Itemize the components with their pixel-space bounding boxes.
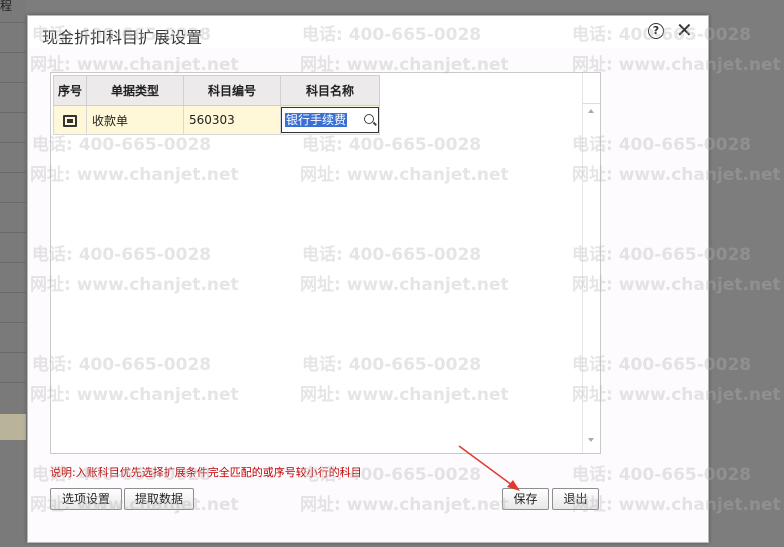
table-row[interactable]: 收款单 560303 银行手续费: [53, 105, 380, 135]
close-icon[interactable]: ✕: [676, 18, 693, 42]
scrollbar-header-cap: [583, 73, 600, 104]
background-header-glyph: 程: [0, 0, 13, 13]
account-name-input[interactable]: 银行手续费: [281, 107, 379, 133]
background-row-line: [0, 292, 26, 293]
save-button[interactable]: 保存: [502, 488, 549, 510]
background-row-line: [0, 112, 26, 113]
row-index-cell[interactable]: [53, 105, 87, 135]
account-code-cell[interactable]: 560303: [183, 105, 281, 135]
column-header-account-name: 科目名称: [280, 75, 380, 106]
background-selected-row: [0, 414, 26, 440]
scroll-down-icon[interactable]: [588, 438, 594, 442]
account-table: 序号 单据类型 科目编号 科目名称 收款单 560303 银行手续费: [53, 75, 380, 135]
note-text: 说明:入账科目优先选择扩展条件完全匹配的或序号较小行的科目: [50, 466, 362, 479]
column-header-index: 序号: [53, 75, 87, 106]
background-row-line: [0, 22, 26, 23]
exit-button[interactable]: 退出: [552, 488, 599, 510]
column-header-account-code: 科目编号: [183, 75, 281, 106]
background-row-line: [0, 202, 26, 203]
options-settings-button[interactable]: 选项设置: [50, 488, 122, 510]
background-overlay-right: [708, 0, 784, 547]
discount-account-dialog: 现金折扣科目扩展设置 ? ✕ 序号 单据类型 科目编号 科目名称 收款单 560…: [27, 15, 709, 543]
background-row-line: [0, 382, 26, 383]
fetch-data-button[interactable]: 提取数据: [124, 488, 194, 510]
row-edit-icon[interactable]: [63, 114, 77, 127]
background-grid-strip: 程: [0, 0, 26, 547]
background-row-line: [0, 172, 26, 173]
vertical-scrollbar[interactable]: [582, 73, 600, 453]
background-row-line: [0, 142, 26, 143]
dialog-title: 现金折扣科目扩展设置: [42, 28, 203, 47]
search-icon[interactable]: [364, 114, 374, 124]
column-header-doc-type: 单据类型: [86, 75, 184, 106]
background-row-line: [0, 52, 26, 53]
background-row-line: [0, 352, 26, 353]
background-row-line: [0, 232, 26, 233]
account-name-value[interactable]: 银行手续费: [285, 113, 348, 127]
background-row-line: [0, 82, 26, 83]
doc-type-cell[interactable]: 收款单: [86, 105, 184, 135]
account-grid: 序号 单据类型 科目编号 科目名称 收款单 560303 银行手续费: [50, 72, 601, 454]
background-row-line: [0, 322, 26, 323]
account-name-cell[interactable]: 银行手续费: [280, 105, 380, 135]
help-icon[interactable]: ?: [648, 23, 664, 39]
dialog-body: 序号 单据类型 科目编号 科目名称 收款单 560303 银行手续费 说明:入账…: [28, 48, 708, 542]
scroll-up-icon[interactable]: [588, 109, 594, 113]
background-row-line: [0, 262, 26, 263]
